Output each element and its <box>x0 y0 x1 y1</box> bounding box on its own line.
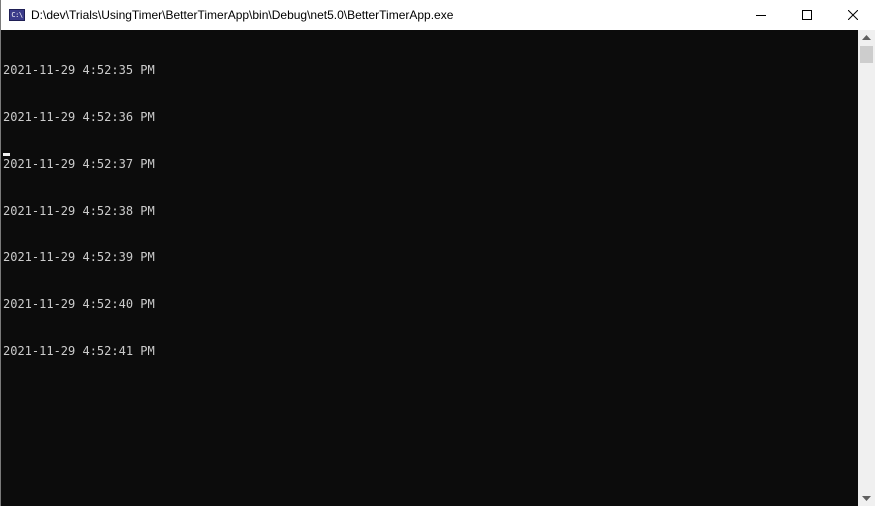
console-line: 2021-11-29 4:52:35 PM <box>3 63 155 78</box>
console-app-icon[interactable]: C:\ <box>9 9 25 21</box>
scroll-thumb[interactable] <box>860 46 873 63</box>
console-window: C:\ D:\dev\Trials\UsingTimer\BetterTimer… <box>0 0 875 506</box>
console-line: 2021-11-29 4:52:37 PM <box>3 156 155 171</box>
vertical-scrollbar[interactable] <box>858 30 875 506</box>
console-line: 2021-11-29 4:52:39 PM <box>3 250 155 265</box>
close-icon <box>848 10 858 20</box>
scroll-up-arrow-icon <box>862 34 871 40</box>
caption-buttons <box>738 0 875 30</box>
scroll-up-button[interactable] <box>858 30 875 45</box>
close-button[interactable] <box>830 0 875 30</box>
console-line: 2021-11-29 4:52:36 PM <box>3 109 155 124</box>
maximize-button[interactable] <box>784 0 830 30</box>
minimize-icon <box>756 15 766 16</box>
scroll-down-arrow-icon <box>862 495 871 501</box>
console-line: 2021-11-29 4:52:40 PM <box>3 297 155 312</box>
console-line: 2021-11-29 4:52:38 PM <box>3 203 155 218</box>
console-lines: 2021-11-29 4:52:35 PM 2021-11-29 4:52:36… <box>3 32 155 391</box>
minimize-button[interactable] <box>738 0 784 30</box>
title-bar[interactable]: C:\ D:\dev\Trials\UsingTimer\BetterTimer… <box>1 0 875 30</box>
scroll-down-button[interactable] <box>858 491 875 506</box>
console-output-area[interactable]: 2021-11-29 4:52:35 PM 2021-11-29 4:52:36… <box>1 30 858 506</box>
maximize-icon <box>802 10 812 20</box>
text-cursor <box>3 153 10 156</box>
window-title: D:\dev\Trials\UsingTimer\BetterTimerApp\… <box>31 8 454 22</box>
console-line: 2021-11-29 4:52:41 PM <box>3 343 155 358</box>
